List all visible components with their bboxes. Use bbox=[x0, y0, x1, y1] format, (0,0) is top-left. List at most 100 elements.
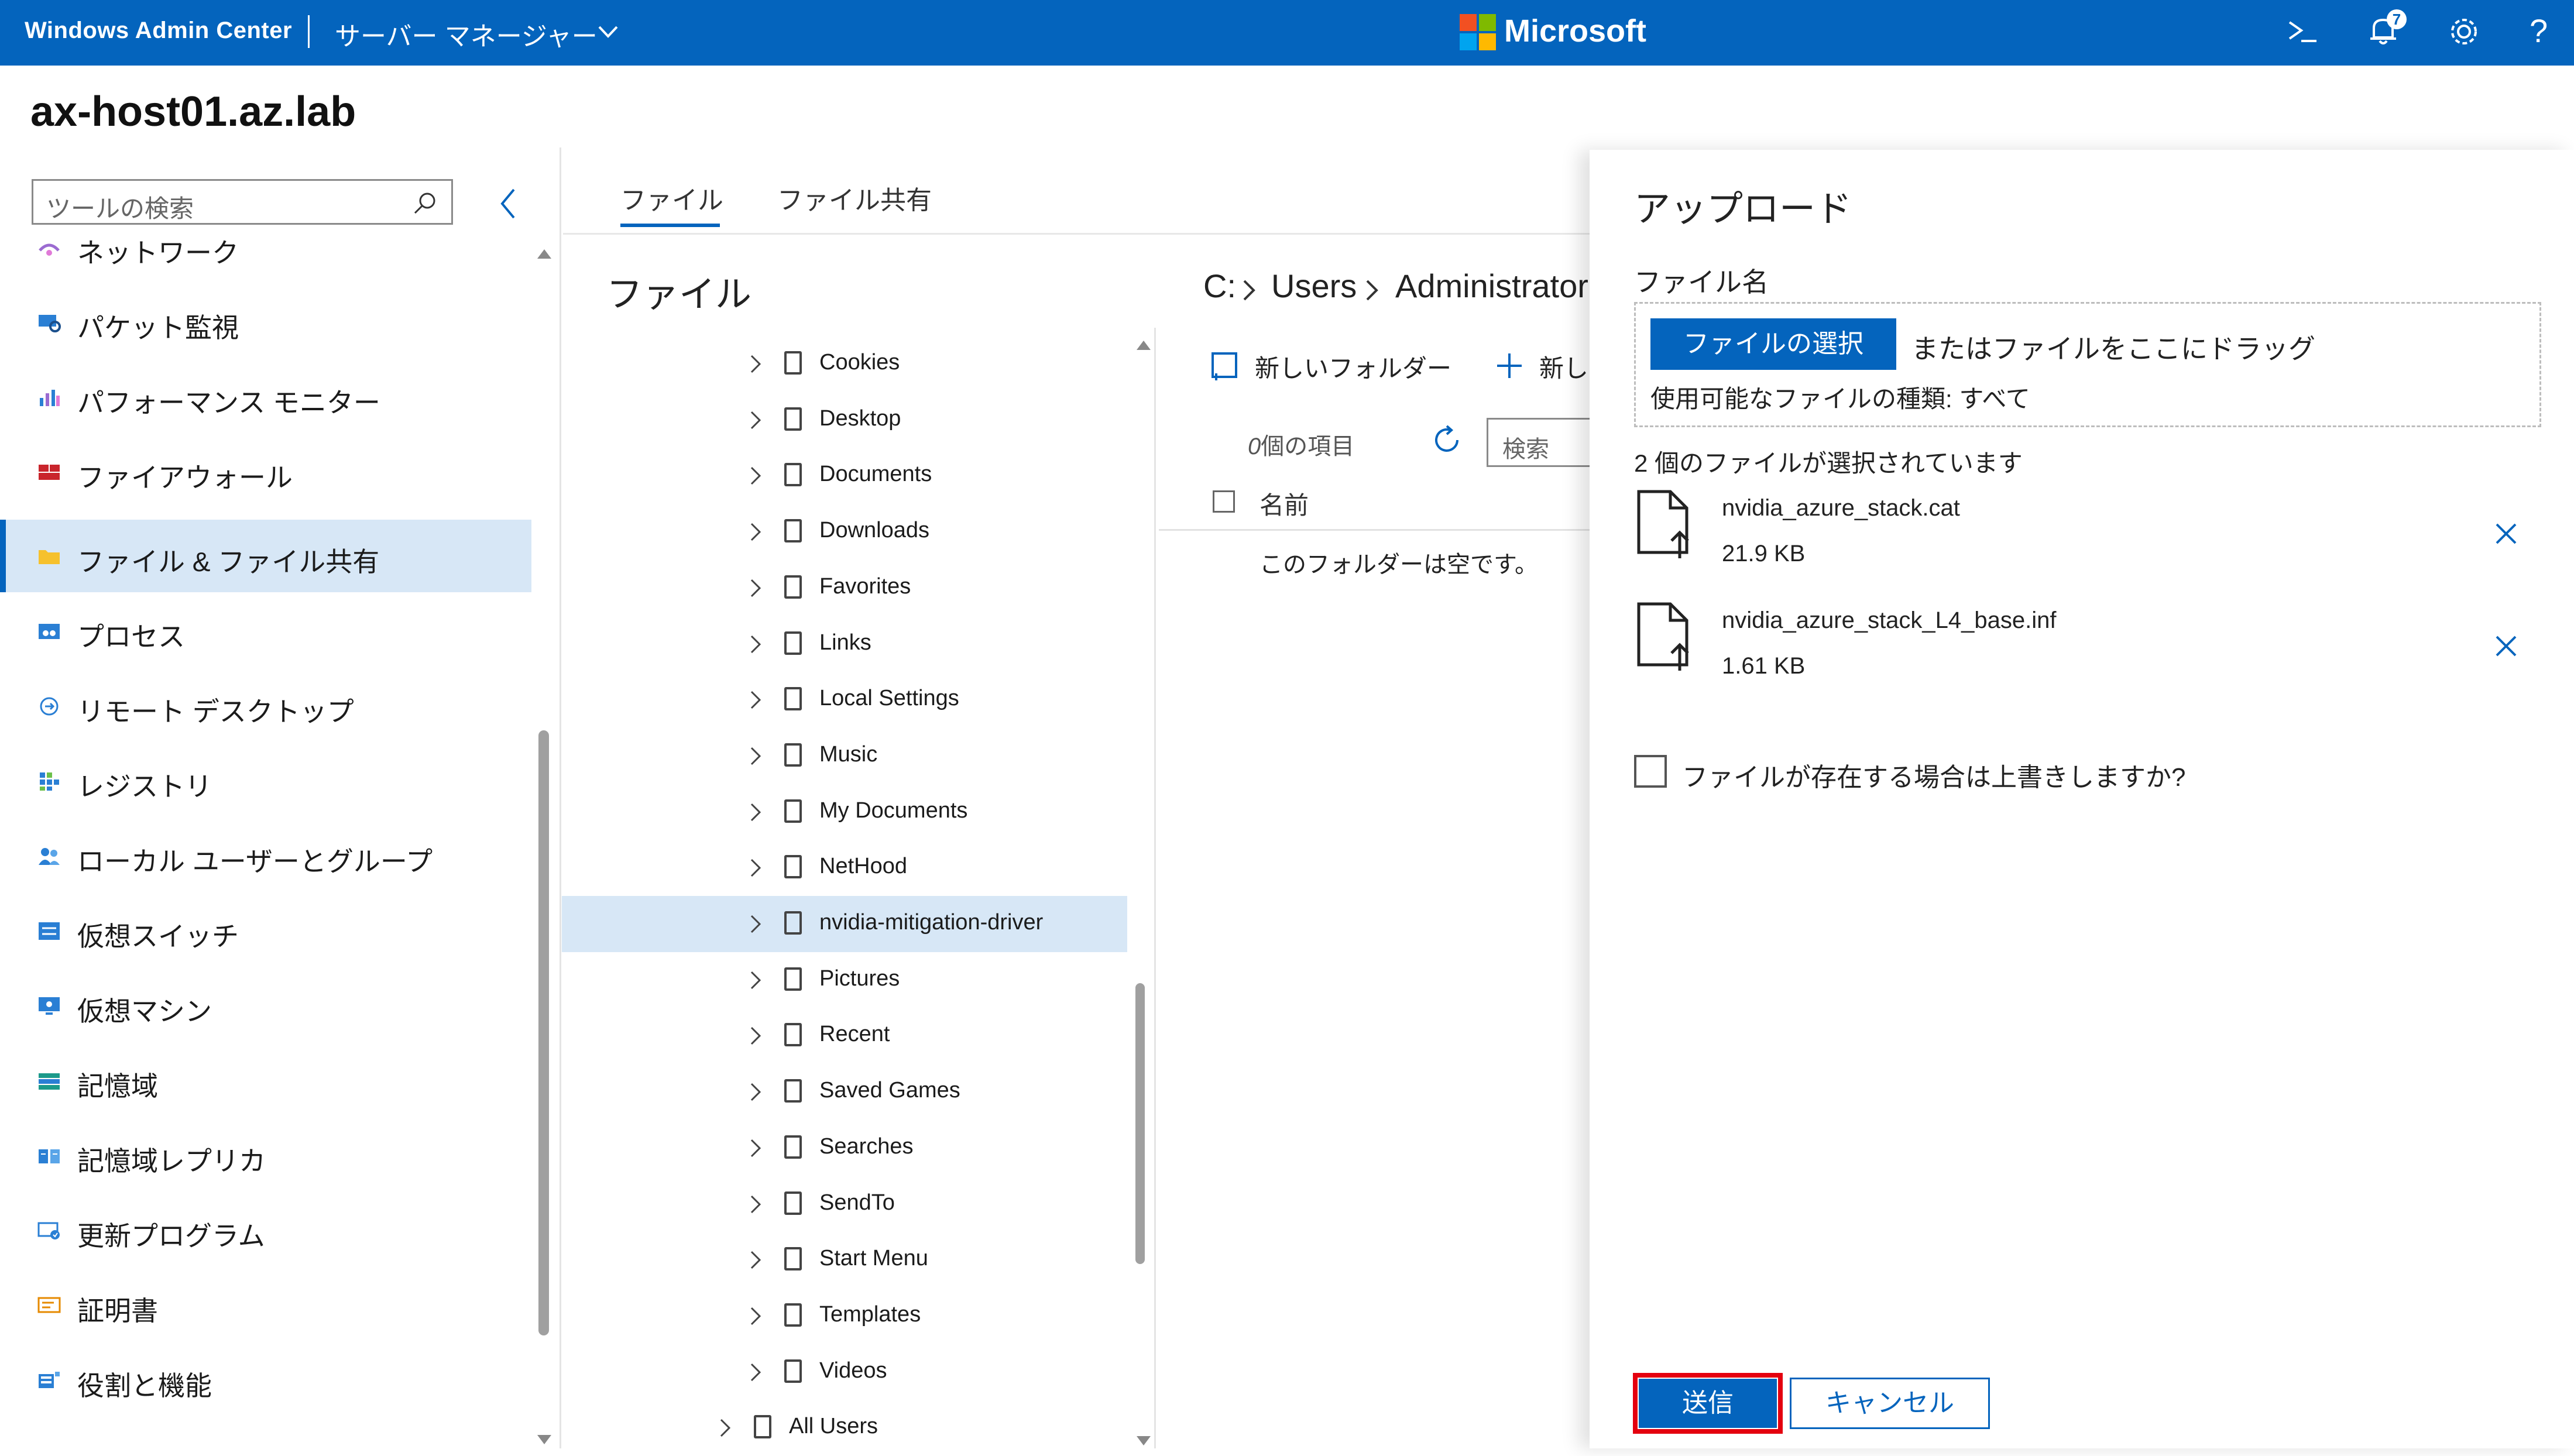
updates-icon bbox=[37, 1222, 60, 1239]
tab-file-shares[interactable]: ファイル共有 bbox=[777, 179, 932, 217]
tool-item-local-users[interactable]: ローカル ユーザーとグループ bbox=[0, 819, 531, 892]
tree-item[interactable]: Recent bbox=[562, 1008, 1127, 1064]
submit-button[interactable]: 送信 bbox=[1639, 1379, 1777, 1428]
tool-item-files[interactable]: ファイル & ファイル共有 bbox=[0, 520, 531, 592]
overwrite-label[interactable]: ファイルが存在する場合は上書きしますか? bbox=[1682, 756, 2185, 794]
tree-item-label: My Documents bbox=[819, 798, 968, 823]
tool-list-scrollbar[interactable] bbox=[538, 730, 549, 1335]
connection-type-menu[interactable]: サーバー マネージャー bbox=[335, 15, 598, 53]
overwrite-checkbox[interactable] bbox=[1634, 755, 1667, 788]
chevron-right-icon[interactable] bbox=[748, 746, 763, 767]
plus-icon[interactable] bbox=[1494, 350, 1525, 382]
tool-item-storage[interactable]: 記憶域 bbox=[0, 1044, 531, 1117]
tree-item[interactable]: Music bbox=[562, 728, 1127, 784]
tree-item[interactable]: Downloads bbox=[562, 504, 1127, 560]
tree-item[interactable]: Pictures bbox=[562, 952, 1127, 1008]
column-header-name[interactable]: 名前 bbox=[1259, 486, 1309, 521]
chevron-right-icon[interactable] bbox=[748, 1138, 763, 1159]
chevron-right-icon[interactable] bbox=[748, 1249, 763, 1270]
tree-item[interactable]: My Documents bbox=[562, 784, 1127, 840]
tool-item-label: プロセス bbox=[77, 621, 185, 652]
tool-item-roles-features[interactable]: 役割と機能 bbox=[0, 1344, 531, 1416]
settings-gear-icon[interactable] bbox=[2445, 13, 2483, 50]
folder-icon bbox=[784, 1359, 802, 1383]
tool-item-virtual-machines[interactable]: 仮想マシン bbox=[0, 969, 531, 1042]
new-folder-icon[interactable] bbox=[1209, 348, 1242, 383]
tab-files[interactable]: ファイル bbox=[620, 179, 723, 217]
chevron-right-icon[interactable] bbox=[748, 578, 763, 599]
chevron-right-icon[interactable] bbox=[748, 1362, 763, 1383]
tree-item[interactable]: Documents bbox=[562, 448, 1127, 504]
chevron-right-icon[interactable] bbox=[748, 914, 763, 935]
scroll-down-arrow-icon[interactable] bbox=[536, 1434, 552, 1445]
chevron-right-icon[interactable] bbox=[748, 857, 763, 878]
tree-item[interactable]: All Users bbox=[562, 1400, 1127, 1456]
tree-item[interactable]: Links bbox=[562, 616, 1127, 672]
cancel-button[interactable]: キャンセル bbox=[1790, 1378, 1990, 1429]
scroll-up-arrow-icon[interactable] bbox=[536, 248, 552, 260]
tree-scroll-up-arrow-icon[interactable] bbox=[1135, 339, 1152, 351]
tool-item-firewall[interactable]: ファイアウォール bbox=[0, 435, 531, 508]
remove-file-close-icon[interactable] bbox=[2492, 520, 2520, 548]
breadcrumb-drive[interactable]: C: bbox=[1203, 267, 1236, 305]
chevron-right-icon[interactable] bbox=[748, 521, 763, 542]
tree-item[interactable]: Favorites bbox=[562, 560, 1127, 616]
tree-item[interactable]: Cookies bbox=[562, 336, 1127, 392]
tree-item[interactable]: NetHood bbox=[562, 840, 1127, 896]
tree-item[interactable]: Local Settings bbox=[562, 672, 1127, 728]
breadcrumb-users[interactable]: Users bbox=[1271, 267, 1357, 305]
chevron-right-icon[interactable] bbox=[748, 1081, 763, 1103]
terminal-icon[interactable] bbox=[2284, 13, 2321, 50]
tree-scrollbar[interactable] bbox=[1135, 983, 1145, 1264]
chevron-right-icon[interactable] bbox=[748, 353, 763, 375]
tree-item[interactable]: Saved Games bbox=[562, 1064, 1127, 1120]
chevron-right-icon[interactable] bbox=[748, 1306, 763, 1327]
tool-item-network[interactable]: ネットワーク bbox=[0, 211, 531, 283]
file-search-input[interactable]: 検索 bbox=[1487, 418, 1604, 467]
tree-item[interactable]: Searches bbox=[562, 1120, 1127, 1176]
tree-item[interactable]: nvidia-mitigation-driver bbox=[562, 896, 1127, 952]
tree-scroll-down-arrow-icon[interactable] bbox=[1135, 1435, 1152, 1447]
chevron-right-icon[interactable] bbox=[748, 1025, 763, 1046]
chevron-right-icon[interactable] bbox=[748, 465, 763, 486]
folder-icon bbox=[754, 1415, 771, 1438]
select-all-checkbox[interactable] bbox=[1213, 490, 1235, 513]
tree-item[interactable]: SendTo bbox=[562, 1176, 1127, 1232]
remove-file-close-icon[interactable] bbox=[2492, 632, 2520, 660]
folder-icon bbox=[784, 799, 802, 823]
choose-file-button[interactable]: ファイルの選択 bbox=[1650, 318, 1896, 370]
tool-item-processes[interactable]: プロセス bbox=[0, 595, 531, 667]
chevron-right-icon[interactable] bbox=[748, 634, 763, 655]
refresh-icon[interactable] bbox=[1429, 423, 1464, 458]
tree-item[interactable]: Videos bbox=[562, 1344, 1127, 1400]
tool-item-label: ネットワーク bbox=[77, 238, 239, 268]
breadcrumb-administrator[interactable]: Administrator bbox=[1395, 267, 1588, 305]
tool-item-updates[interactable]: 更新プログラム bbox=[0, 1194, 531, 1266]
chevron-right-icon[interactable] bbox=[718, 1417, 733, 1438]
chevron-right-icon[interactable] bbox=[748, 410, 763, 431]
chevron-right-icon[interactable] bbox=[748, 802, 763, 823]
help-icon[interactable]: ? bbox=[2530, 12, 2548, 50]
app-name[interactable]: Windows Admin Center bbox=[25, 18, 292, 44]
tool-item-virtual-switch[interactable]: 仮想スイッチ bbox=[0, 894, 531, 967]
folder-icon bbox=[784, 575, 802, 599]
chevron-right-icon[interactable] bbox=[748, 689, 763, 710]
tree-item[interactable]: Desktop bbox=[562, 392, 1127, 448]
tool-item-registry[interactable]: レジストリ bbox=[0, 744, 531, 817]
tree-item[interactable]: Start Menu bbox=[562, 1232, 1127, 1288]
tree-item[interactable]: Templates bbox=[562, 1288, 1127, 1344]
processes-icon bbox=[39, 624, 60, 639]
new-folder-button[interactable]: 新しいフォルダー bbox=[1255, 349, 1451, 384]
breadcrumb-chevron-icon bbox=[1243, 280, 1255, 301]
tool-item-certificates[interactable]: 証明書 bbox=[0, 1269, 531, 1341]
new-file-button[interactable]: 新し bbox=[1539, 349, 1588, 384]
tool-item-storage-replica[interactable]: 記憶域レプリカ bbox=[0, 1119, 531, 1191]
folder-icon bbox=[784, 1135, 802, 1159]
chevron-right-icon[interactable] bbox=[748, 1194, 763, 1215]
chevron-right-icon[interactable] bbox=[748, 970, 763, 991]
tool-item-remote-desktop[interactable]: リモート デスクトップ bbox=[0, 669, 531, 742]
tool-item-performance-monitor[interactable]: パフォーマンス モニター bbox=[0, 360, 531, 433]
notification-bell-icon[interactable]: 7 bbox=[2364, 9, 2407, 54]
chevron-down-icon[interactable] bbox=[595, 18, 622, 44]
tool-item-packet-monitoring[interactable]: パケット監視 bbox=[0, 286, 531, 358]
